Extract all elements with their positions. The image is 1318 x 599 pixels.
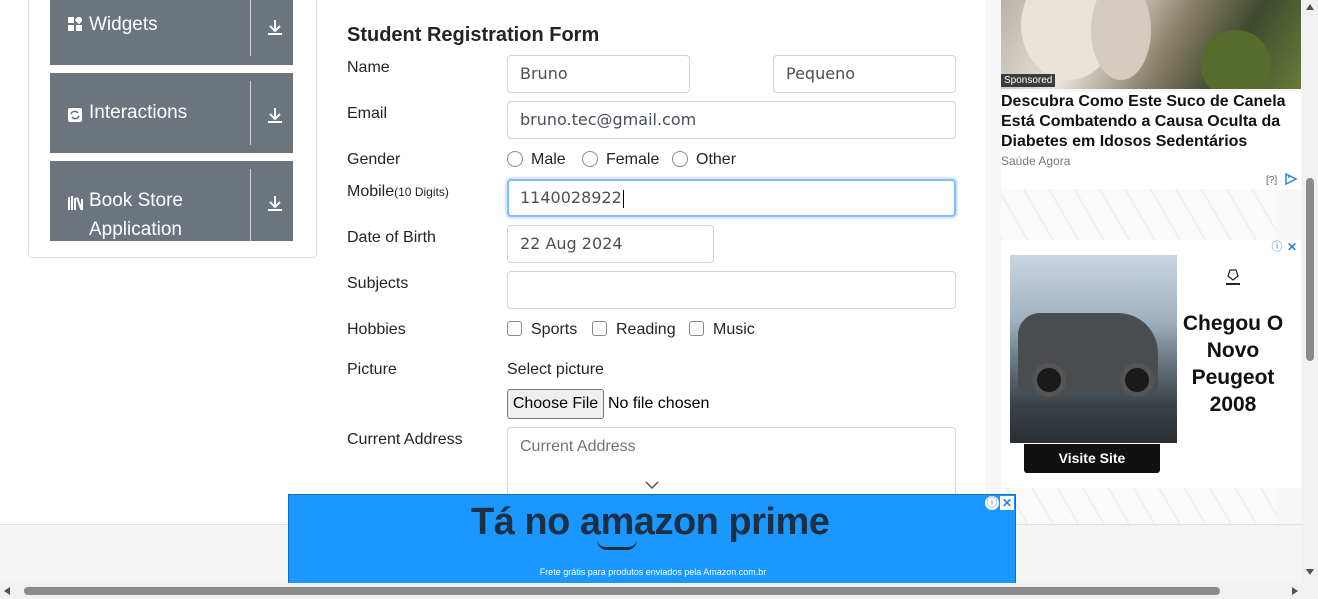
- hobby-music-checkbox[interactable]: [689, 321, 704, 336]
- hobby-sports-label[interactable]: Sports: [531, 321, 577, 339]
- scroll-down-icon[interactable]: [1306, 569, 1314, 575]
- page: Widgets Interactions Book Store Applicat…: [0, 0, 1318, 599]
- mobile-label-text: Mobile: [347, 183, 395, 200]
- scroll-right-icon[interactable]: [1292, 587, 1298, 595]
- address-label: Current Address: [347, 431, 463, 448]
- gender-female-radio[interactable]: [582, 151, 598, 167]
- horizontal-scrollbar[interactable]: [0, 583, 1318, 599]
- sidebar-group-label: Book Store Application: [89, 190, 183, 240]
- name-label: Name: [347, 59, 390, 76]
- ad-headline[interactable]: Descubra Como Este Suco de Canela Está C…: [1001, 92, 1301, 154]
- sidebar-group-book-store[interactable]: Book Store Application: [50, 161, 293, 241]
- subjects-input[interactable]: [507, 271, 956, 309]
- picture-label: Picture: [347, 361, 397, 378]
- hobby-music-label[interactable]: Music: [713, 321, 755, 339]
- email-label: Email: [347, 105, 388, 122]
- mobile-hint: (10 Digits): [394, 185, 449, 199]
- vertical-scrollbar[interactable]: [1302, 0, 1318, 583]
- date-of-birth-input[interactable]: 22 Aug 2024: [507, 225, 714, 263]
- page-title: Student Registration Form: [347, 24, 600, 46]
- amazon-banner-ad[interactable]: Tá no amazon prime Frete grátis para pro…: [288, 494, 1016, 584]
- ad-choices-icon[interactable]: [1284, 172, 1298, 188]
- text-caret: [622, 189, 624, 208]
- email-input[interactable]: bruno.tec@gmail.com: [507, 101, 956, 139]
- divider: [250, 0, 251, 56]
- ad-background-pattern: [1001, 488, 1276, 524]
- sidebar-group-interactions[interactable]: Interactions: [50, 73, 293, 153]
- first-name-input[interactable]: Bruno: [507, 55, 690, 93]
- ad-footer: [1001, 171, 1301, 189]
- widgets-icon: [68, 15, 84, 31]
- horizontal-scroll-thumb[interactable]: [24, 587, 1220, 595]
- gender-male-radio[interactable]: [507, 151, 523, 167]
- gender-other-label[interactable]: Other: [696, 151, 736, 169]
- divider: [250, 169, 251, 241]
- download-icon[interactable]: [266, 106, 284, 124]
- gender-other-radio[interactable]: [672, 151, 688, 167]
- book-store-icon: [68, 196, 86, 210]
- amazon-smile-icon: [597, 540, 637, 550]
- hobby-reading-label[interactable]: Reading: [616, 321, 676, 339]
- sidebar-group-label: Interactions: [89, 102, 188, 123]
- ad-close-icon[interactable]: ✕: [1285, 240, 1299, 254]
- ad-close-icon[interactable]: ✕: [1000, 496, 1014, 510]
- ad-info-icon[interactable]: ⓘ: [985, 496, 999, 510]
- scroll-up-icon[interactable]: [1306, 4, 1314, 10]
- divider: [250, 81, 251, 145]
- mobile-input[interactable]: 1140028922: [507, 179, 956, 217]
- mobile-label: Mobile(10 Digits): [347, 183, 449, 201]
- wheel-shape: [1120, 363, 1154, 397]
- choose-file-button[interactable]: Choose File: [507, 389, 604, 419]
- download-icon[interactable]: [266, 18, 284, 36]
- wheel-shape: [1032, 363, 1066, 397]
- gender-female-label[interactable]: Female: [606, 151, 659, 169]
- dob-label: Date of Birth: [347, 229, 436, 246]
- sidebar-group-widgets[interactable]: Widgets: [50, 0, 293, 65]
- ad-background-pattern: [1001, 189, 1276, 240]
- interactions-icon: [68, 108, 82, 122]
- scroll-left-icon[interactable]: [4, 587, 10, 595]
- ad-info-icon[interactable]: ⓘ: [1270, 240, 1284, 254]
- download-icon[interactable]: [266, 194, 284, 212]
- select-picture-label: Select picture: [507, 361, 604, 378]
- sponsored-badge: Sponsored: [1001, 74, 1056, 87]
- vertical-scroll-thumb[interactable]: [1306, 178, 1314, 361]
- visit-site-button[interactable]: Visite Site: [1024, 444, 1160, 473]
- amazon-headline: Tá no amazon prime: [471, 501, 830, 543]
- amazon-subtext: Frete grátis para produtos enviados pela…: [539, 567, 767, 577]
- gender-male-label[interactable]: Male: [531, 151, 566, 169]
- mobile-value: 1140028922: [520, 188, 622, 207]
- ad-choices-label[interactable]: [?]: [1266, 175, 1277, 186]
- hobby-reading-checkbox[interactable]: [592, 321, 607, 336]
- peugeot-logo-icon: [1222, 268, 1244, 288]
- subjects-label: Subjects: [347, 275, 409, 292]
- ad-car-headline[interactable]: Chegou O Novo Peugeot 2008: [1177, 310, 1289, 418]
- ad-car-image[interactable]: [1010, 255, 1177, 443]
- hobbies-label: Hobbies: [347, 321, 406, 338]
- gender-label: Gender: [347, 151, 401, 168]
- hobby-sports-checkbox[interactable]: [507, 321, 522, 336]
- sidebar-group-label: Widgets: [89, 14, 158, 35]
- last-name-input[interactable]: Pequeno: [773, 55, 956, 93]
- chevron-down-icon: [645, 481, 659, 490]
- address-placeholder: Current Address: [520, 438, 636, 455]
- file-status: No file chosen: [608, 395, 710, 412]
